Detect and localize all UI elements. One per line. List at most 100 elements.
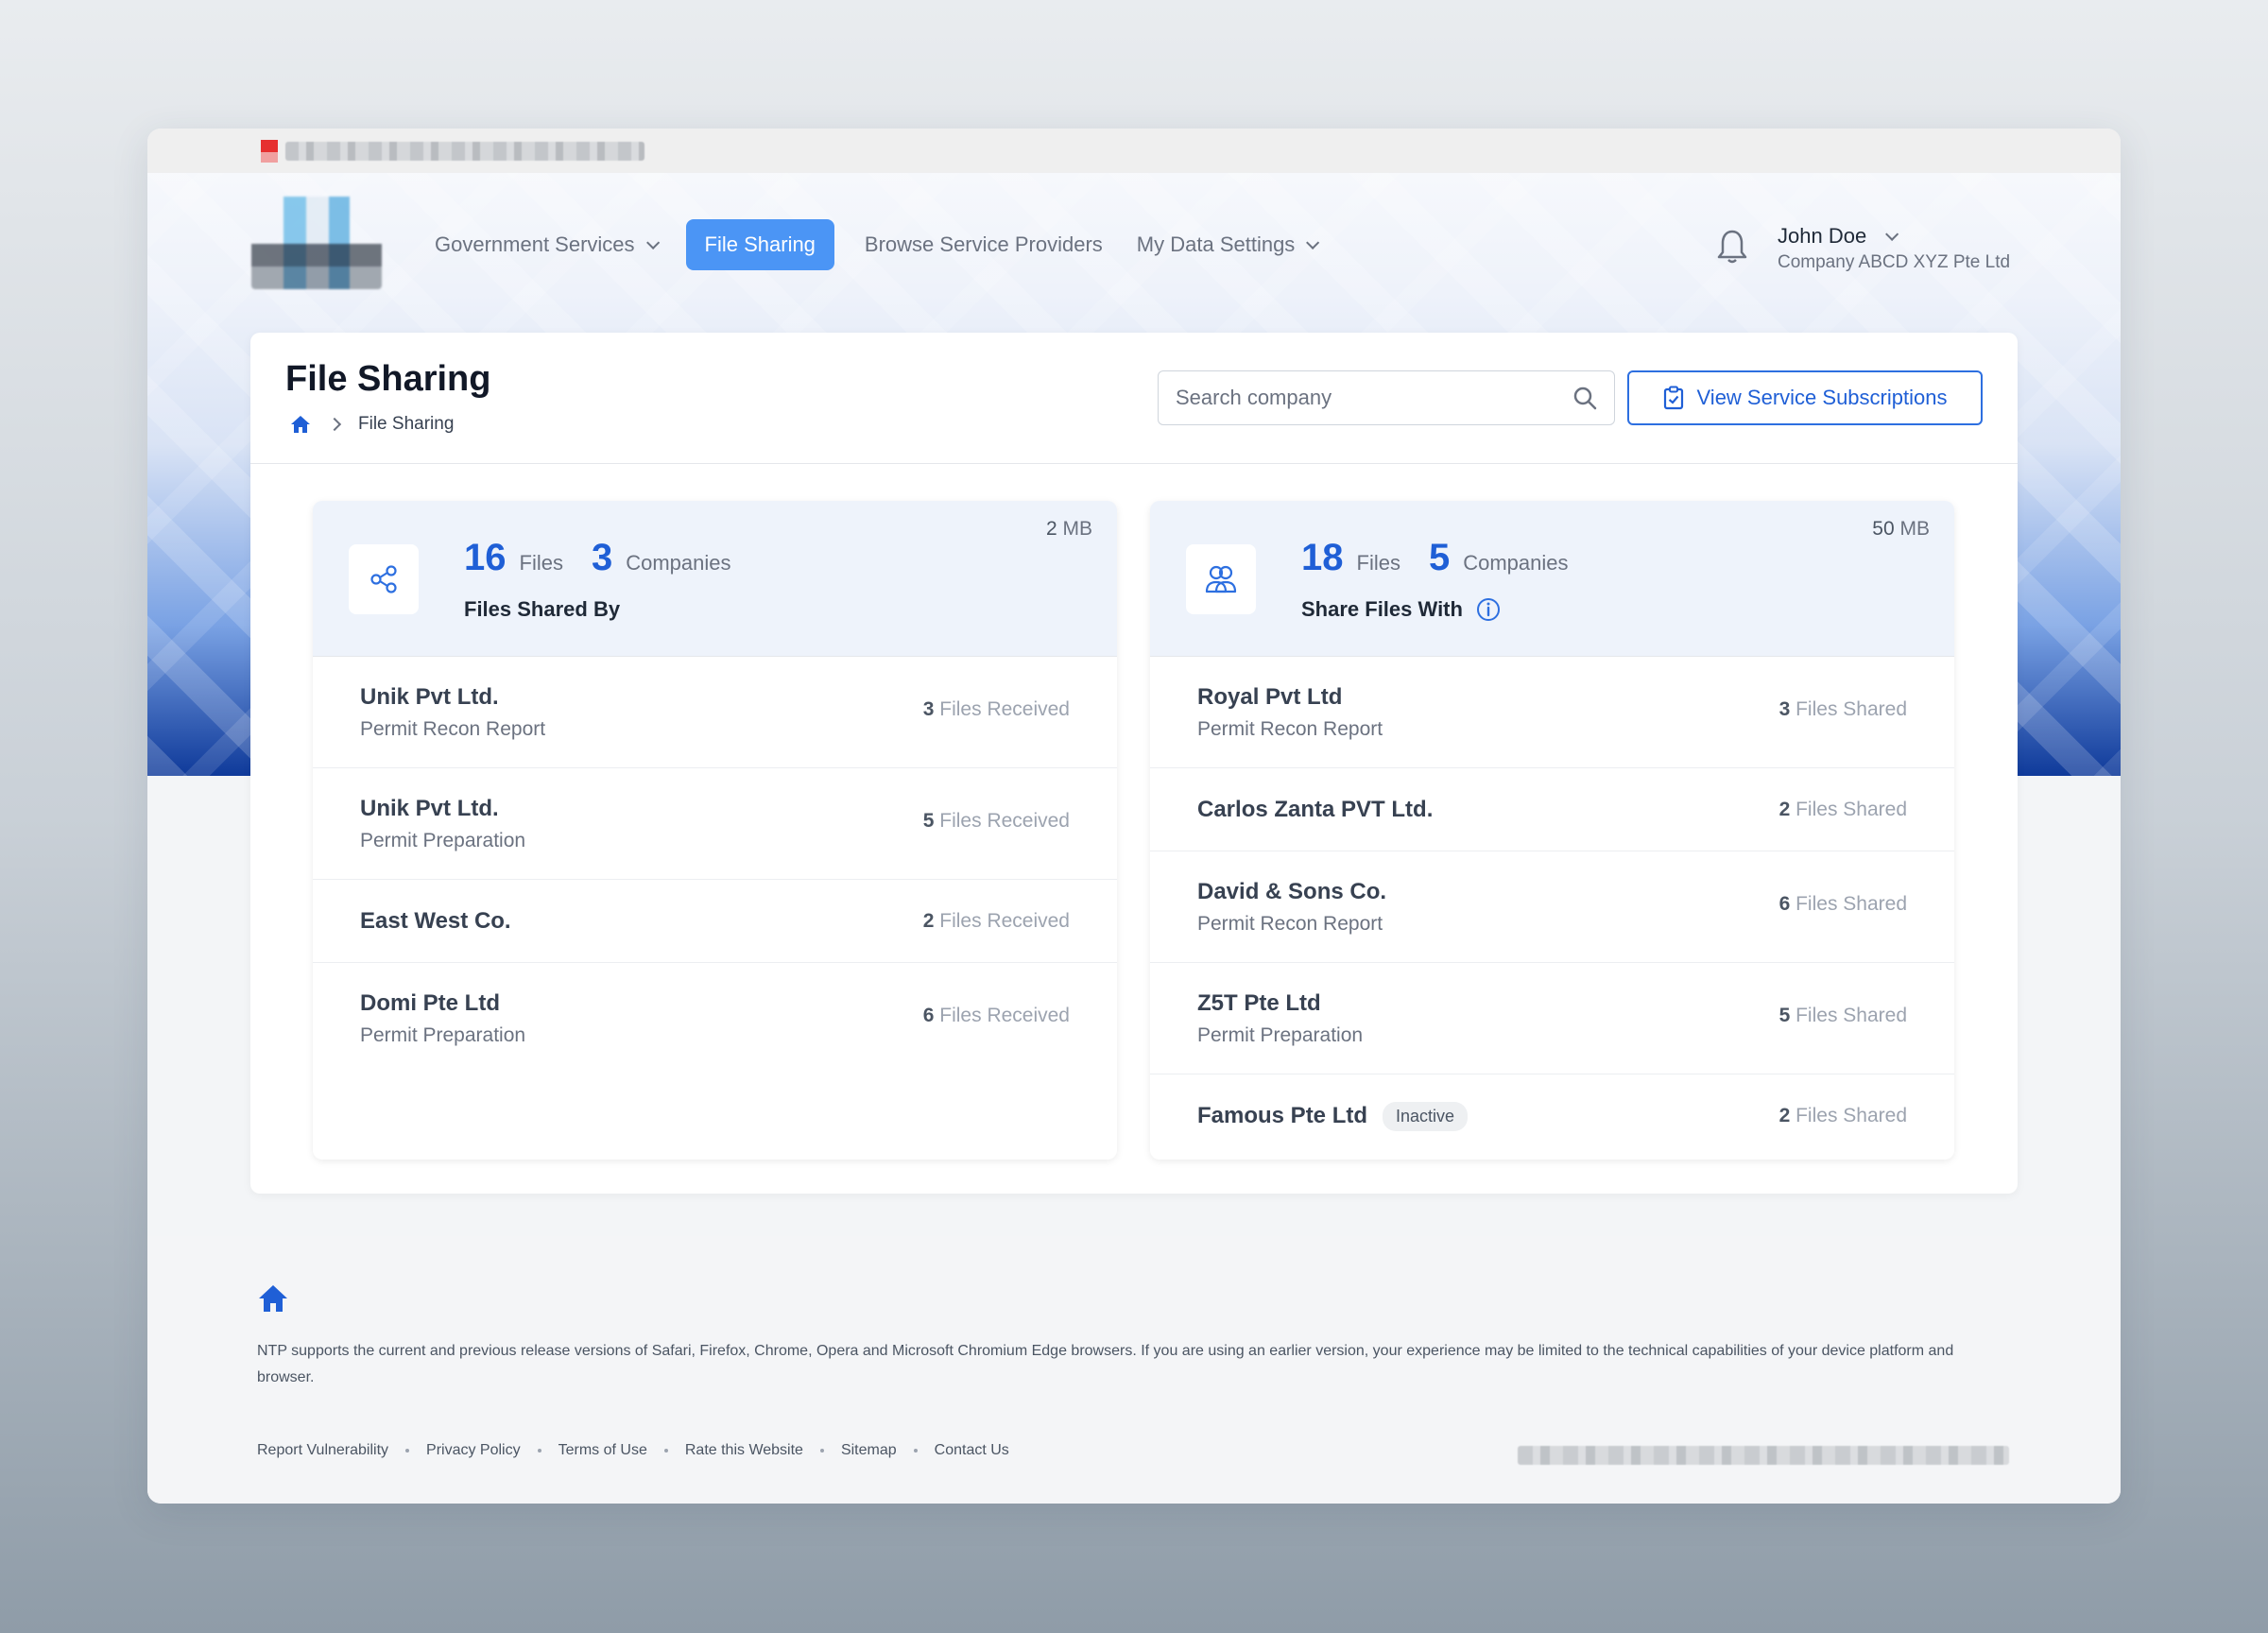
- files-label: Files: [1356, 551, 1400, 575]
- card-title: Files Shared By: [464, 597, 620, 622]
- card-title: Share Files With: [1301, 597, 1501, 622]
- list-item[interactable]: Z5T Pte Ltd Permit Preparation 5 Files S…: [1150, 963, 1954, 1074]
- footer-links: Report Vulnerability Privacy Policy Term…: [257, 1442, 1009, 1459]
- notification-bell-icon[interactable]: [1716, 228, 1748, 266]
- report-type: Permit Recon Report: [360, 717, 546, 740]
- files-count: 16: [464, 537, 507, 578]
- file-count: 5 Files Shared: [1779, 1005, 1907, 1027]
- companies-label: Companies: [626, 551, 731, 575]
- page-title: File Sharing: [285, 359, 491, 399]
- user-name: John Doe: [1778, 224, 1867, 248]
- share-icon: [349, 544, 419, 614]
- file-sharing-panel: File Sharing File Sharing View Service S…: [250, 333, 2018, 1194]
- chevron-down-icon: [645, 235, 660, 249]
- info-icon[interactable]: [1476, 597, 1501, 622]
- government-masthead: [147, 129, 2121, 173]
- size-value: 50: [1872, 518, 1895, 540]
- site-logo[interactable]: [251, 197, 382, 289]
- companies-label: Companies: [1463, 551, 1569, 575]
- count-value: 2: [1778, 1105, 1791, 1126]
- count-value: 2: [1778, 798, 1791, 820]
- file-count: 2 Files Shared: [1779, 1105, 1907, 1127]
- chevron-right-icon: [327, 417, 342, 432]
- footer: NTP supports the current and previous re…: [147, 1236, 2121, 1504]
- search-icon[interactable]: [1572, 386, 1597, 410]
- share-files-with-card: 18 Files 5 Companies Share Files With 50…: [1150, 501, 1954, 1160]
- file-count: 6 Files Shared: [1779, 893, 1907, 916]
- count-value: 2: [922, 909, 935, 932]
- file-count: 2 Files Received: [923, 910, 1070, 933]
- search-input[interactable]: [1176, 386, 1572, 410]
- list-item[interactable]: East West Co. 2 Files Received: [313, 880, 1117, 963]
- footer-link-report-vulnerability[interactable]: Report Vulnerability: [257, 1442, 388, 1459]
- count-value: 5: [1778, 1005, 1791, 1026]
- file-count: 2 Files Shared: [1779, 799, 1907, 821]
- browser-support-notice: NTP supports the current and previous re…: [257, 1343, 1954, 1385]
- nav-label: My Data Settings: [1136, 232, 1296, 256]
- stats: 16 Files 3 Companies: [464, 537, 746, 579]
- file-count: 5 Files Received: [923, 810, 1070, 833]
- users-icon: [1186, 544, 1256, 614]
- nav-file-sharing[interactable]: File Sharing: [685, 219, 834, 270]
- count-label: Files Received: [939, 1005, 1070, 1026]
- list-item[interactable]: Carlos Zanta PVT Ltd. 2 Files Shared: [1150, 768, 1954, 851]
- report-type: Permit Recon Report: [1197, 717, 1383, 740]
- footer-link-terms-of-use[interactable]: Terms of Use: [558, 1442, 647, 1459]
- chevron-down-icon: [1306, 235, 1320, 249]
- separator-dot: [913, 1449, 918, 1453]
- separator-dot: [537, 1449, 541, 1453]
- card-title-text: Files Shared By: [464, 597, 621, 621]
- count-value: 5: [922, 810, 935, 832]
- flag-icon: [261, 140, 278, 163]
- count-label: Files Received: [939, 698, 1070, 720]
- storage-size: 50 MB: [1872, 518, 1930, 541]
- count-label: Files Received: [939, 810, 1070, 832]
- clipboard-check-icon: [1663, 386, 1683, 410]
- footer-link-privacy-policy[interactable]: Privacy Policy: [426, 1442, 521, 1459]
- list-item[interactable]: David & Sons Co. Permit Recon Report 6 F…: [1150, 851, 1954, 963]
- company-name: Famous Pte Ltd: [1197, 1103, 1368, 1128]
- count-value: 3: [1778, 698, 1791, 720]
- list-item[interactable]: Famous Pte Ltd Inactive 2 Files Shared: [1150, 1074, 1954, 1158]
- size-unit: MB: [1062, 518, 1093, 540]
- nav-government-services[interactable]: Government Services: [418, 219, 673, 270]
- footer-link-rate-website[interactable]: Rate this Website: [685, 1442, 803, 1459]
- footer-link-contact-us[interactable]: Contact Us: [935, 1442, 1009, 1459]
- nav-my-data-settings[interactable]: My Data Settings: [1120, 219, 1333, 270]
- nav-browse-service-providers[interactable]: Browse Service Providers: [848, 219, 1120, 270]
- nav-label: Browse Service Providers: [864, 232, 1103, 256]
- size-unit: MB: [1899, 518, 1931, 540]
- company-list: Royal Pvt Ltd Permit Recon Report 3 File…: [1150, 657, 1954, 1158]
- divider: [250, 463, 2018, 464]
- top-navigation: Government Services File Sharing Browse …: [147, 173, 2121, 315]
- browser-window: Government Services File Sharing Browse …: [147, 129, 2121, 1504]
- card-header: 16 Files 3 Companies Files Shared By 2 M…: [313, 501, 1117, 657]
- companies-count: 3: [591, 537, 613, 578]
- view-service-subscriptions-button[interactable]: View Service Subscriptions: [1627, 370, 1983, 425]
- report-type: Permit Preparation: [360, 829, 526, 851]
- list-item[interactable]: Royal Pvt Ltd Permit Recon Report 3 File…: [1150, 657, 1954, 768]
- report-type: Permit Recon Report: [1197, 912, 1383, 935]
- footer-link-sitemap[interactable]: Sitemap: [841, 1442, 897, 1459]
- masthead-text-redacted: [285, 142, 644, 161]
- count-label: Files Shared: [1796, 893, 1907, 915]
- companies-count: 5: [1428, 537, 1451, 578]
- separator-dot: [663, 1449, 668, 1453]
- user-menu[interactable]: John Doe Company ABCD XYZ Pte Ltd: [1778, 224, 2010, 273]
- report-type: Permit Preparation: [360, 1024, 526, 1046]
- list-item[interactable]: Domi Pte Ltd Permit Preparation 6 Files …: [313, 963, 1117, 1074]
- company-list: Unik Pvt Ltd. Permit Recon Report 3 File…: [313, 657, 1117, 1074]
- card-title-text: Share Files With: [1301, 597, 1463, 621]
- chevron-down-icon: [1885, 227, 1899, 241]
- list-item[interactable]: Unik Pvt Ltd. Permit Preparation 5 Files…: [313, 768, 1117, 880]
- files-label: Files: [519, 551, 563, 575]
- storage-size: 2 MB: [1046, 518, 1092, 541]
- status-badge: Inactive: [1383, 1101, 1469, 1131]
- report-type: Permit Preparation: [1197, 1023, 1364, 1046]
- home-icon[interactable]: [290, 415, 311, 434]
- breadcrumb-current: File Sharing: [358, 414, 455, 434]
- home-icon[interactable]: [257, 1283, 289, 1314]
- user-company: Company ABCD XYZ Pte Ltd: [1778, 252, 2011, 272]
- breadcrumb: File Sharing: [290, 414, 454, 435]
- list-item[interactable]: Unik Pvt Ltd. Permit Recon Report 3 File…: [313, 657, 1117, 768]
